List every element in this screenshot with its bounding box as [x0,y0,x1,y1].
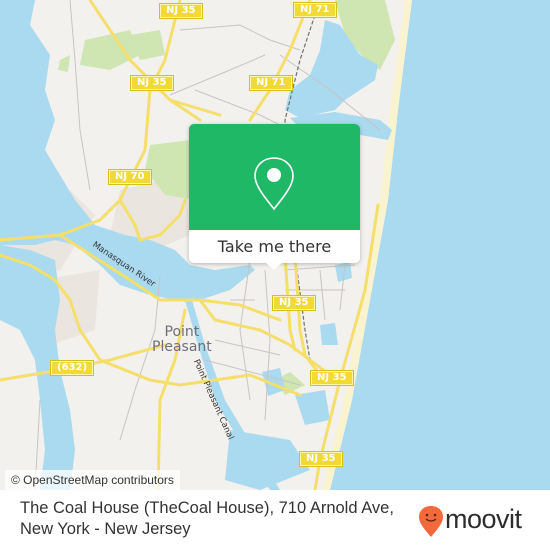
moovit-wordmark: moovit [445,504,522,534]
map-view[interactable]: NJ 35 NJ 71 NJ 35 NJ 71 NJ 70 NJ 35 (632… [0,0,550,490]
destination-popup: Take me there [189,124,360,270]
road-shield-nj35: NJ 35 [310,370,354,386]
location-pin-icon [254,157,294,211]
place-label-line1: Point [164,324,200,340]
place-label-point-pleasant: Point Pleasant [152,325,212,355]
marina [225,430,310,490]
moovit-logo[interactable]: moovit [416,502,541,538]
place-label-line2: Pleasant [152,339,212,355]
map-attribution[interactable]: © OpenStreetMap contributors [5,470,180,490]
popup-header [189,124,360,230]
road-shield-nj35: NJ 35 [130,75,174,91]
road-shield-nj35: NJ 35 [299,451,343,467]
road-shield-nj71: NJ 71 [249,75,293,91]
popup-pointer [265,262,283,270]
take-me-there-button[interactable]: Take me there [189,230,360,263]
location-title: The Coal House (TheCoal House), 710 Arno… [20,499,394,538]
road-shield-nj70: NJ 70 [108,169,152,185]
road-shield-nj35: NJ 35 [159,3,203,19]
road-shield-nj35: NJ 35 [272,295,316,311]
road-shield-nj71: NJ 71 [293,2,337,18]
moovit-smiley-pin-icon [419,506,443,537]
road-shield-cr632: (632) [49,360,95,376]
park [58,55,70,72]
lake [320,323,338,345]
